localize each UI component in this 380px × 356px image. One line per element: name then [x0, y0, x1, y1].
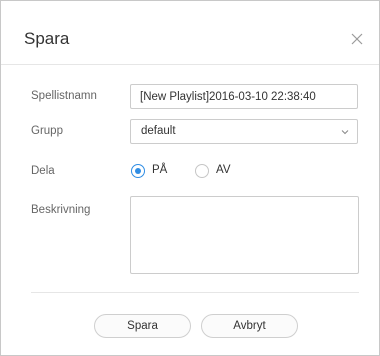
- cancel-button[interactable]: Avbryt: [201, 314, 298, 338]
- close-button[interactable]: [349, 31, 365, 47]
- footer-divider: [31, 292, 359, 293]
- playlist-name-input[interactable]: [130, 84, 358, 109]
- description-label: Beskrivning: [31, 204, 91, 216]
- group-label: Grupp: [31, 125, 63, 137]
- share-label: Dela: [31, 165, 55, 177]
- share-on-label: PÅ: [152, 164, 168, 176]
- save-button[interactable]: Spara: [94, 314, 191, 338]
- group-select-value: default: [141, 125, 176, 137]
- radio-unchecked-icon: [195, 164, 209, 178]
- group-select[interactable]: default: [130, 119, 358, 144]
- share-off-label: AV: [216, 164, 231, 176]
- chevron-down-icon: [341, 130, 349, 135]
- playlist-name-label: Spellistnamn: [31, 90, 97, 102]
- share-off-radio[interactable]: AV: [195, 163, 235, 181]
- save-playlist-dialog: Spara Spellistnamn Grupp default Dela PÅ…: [0, 0, 380, 356]
- radio-checked-icon: [131, 164, 145, 178]
- close-icon: [351, 33, 363, 45]
- header-divider: [1, 64, 379, 65]
- description-textarea[interactable]: [130, 196, 359, 274]
- dialog-title: Spara: [24, 29, 70, 48]
- share-on-radio[interactable]: PÅ: [131, 163, 171, 181]
